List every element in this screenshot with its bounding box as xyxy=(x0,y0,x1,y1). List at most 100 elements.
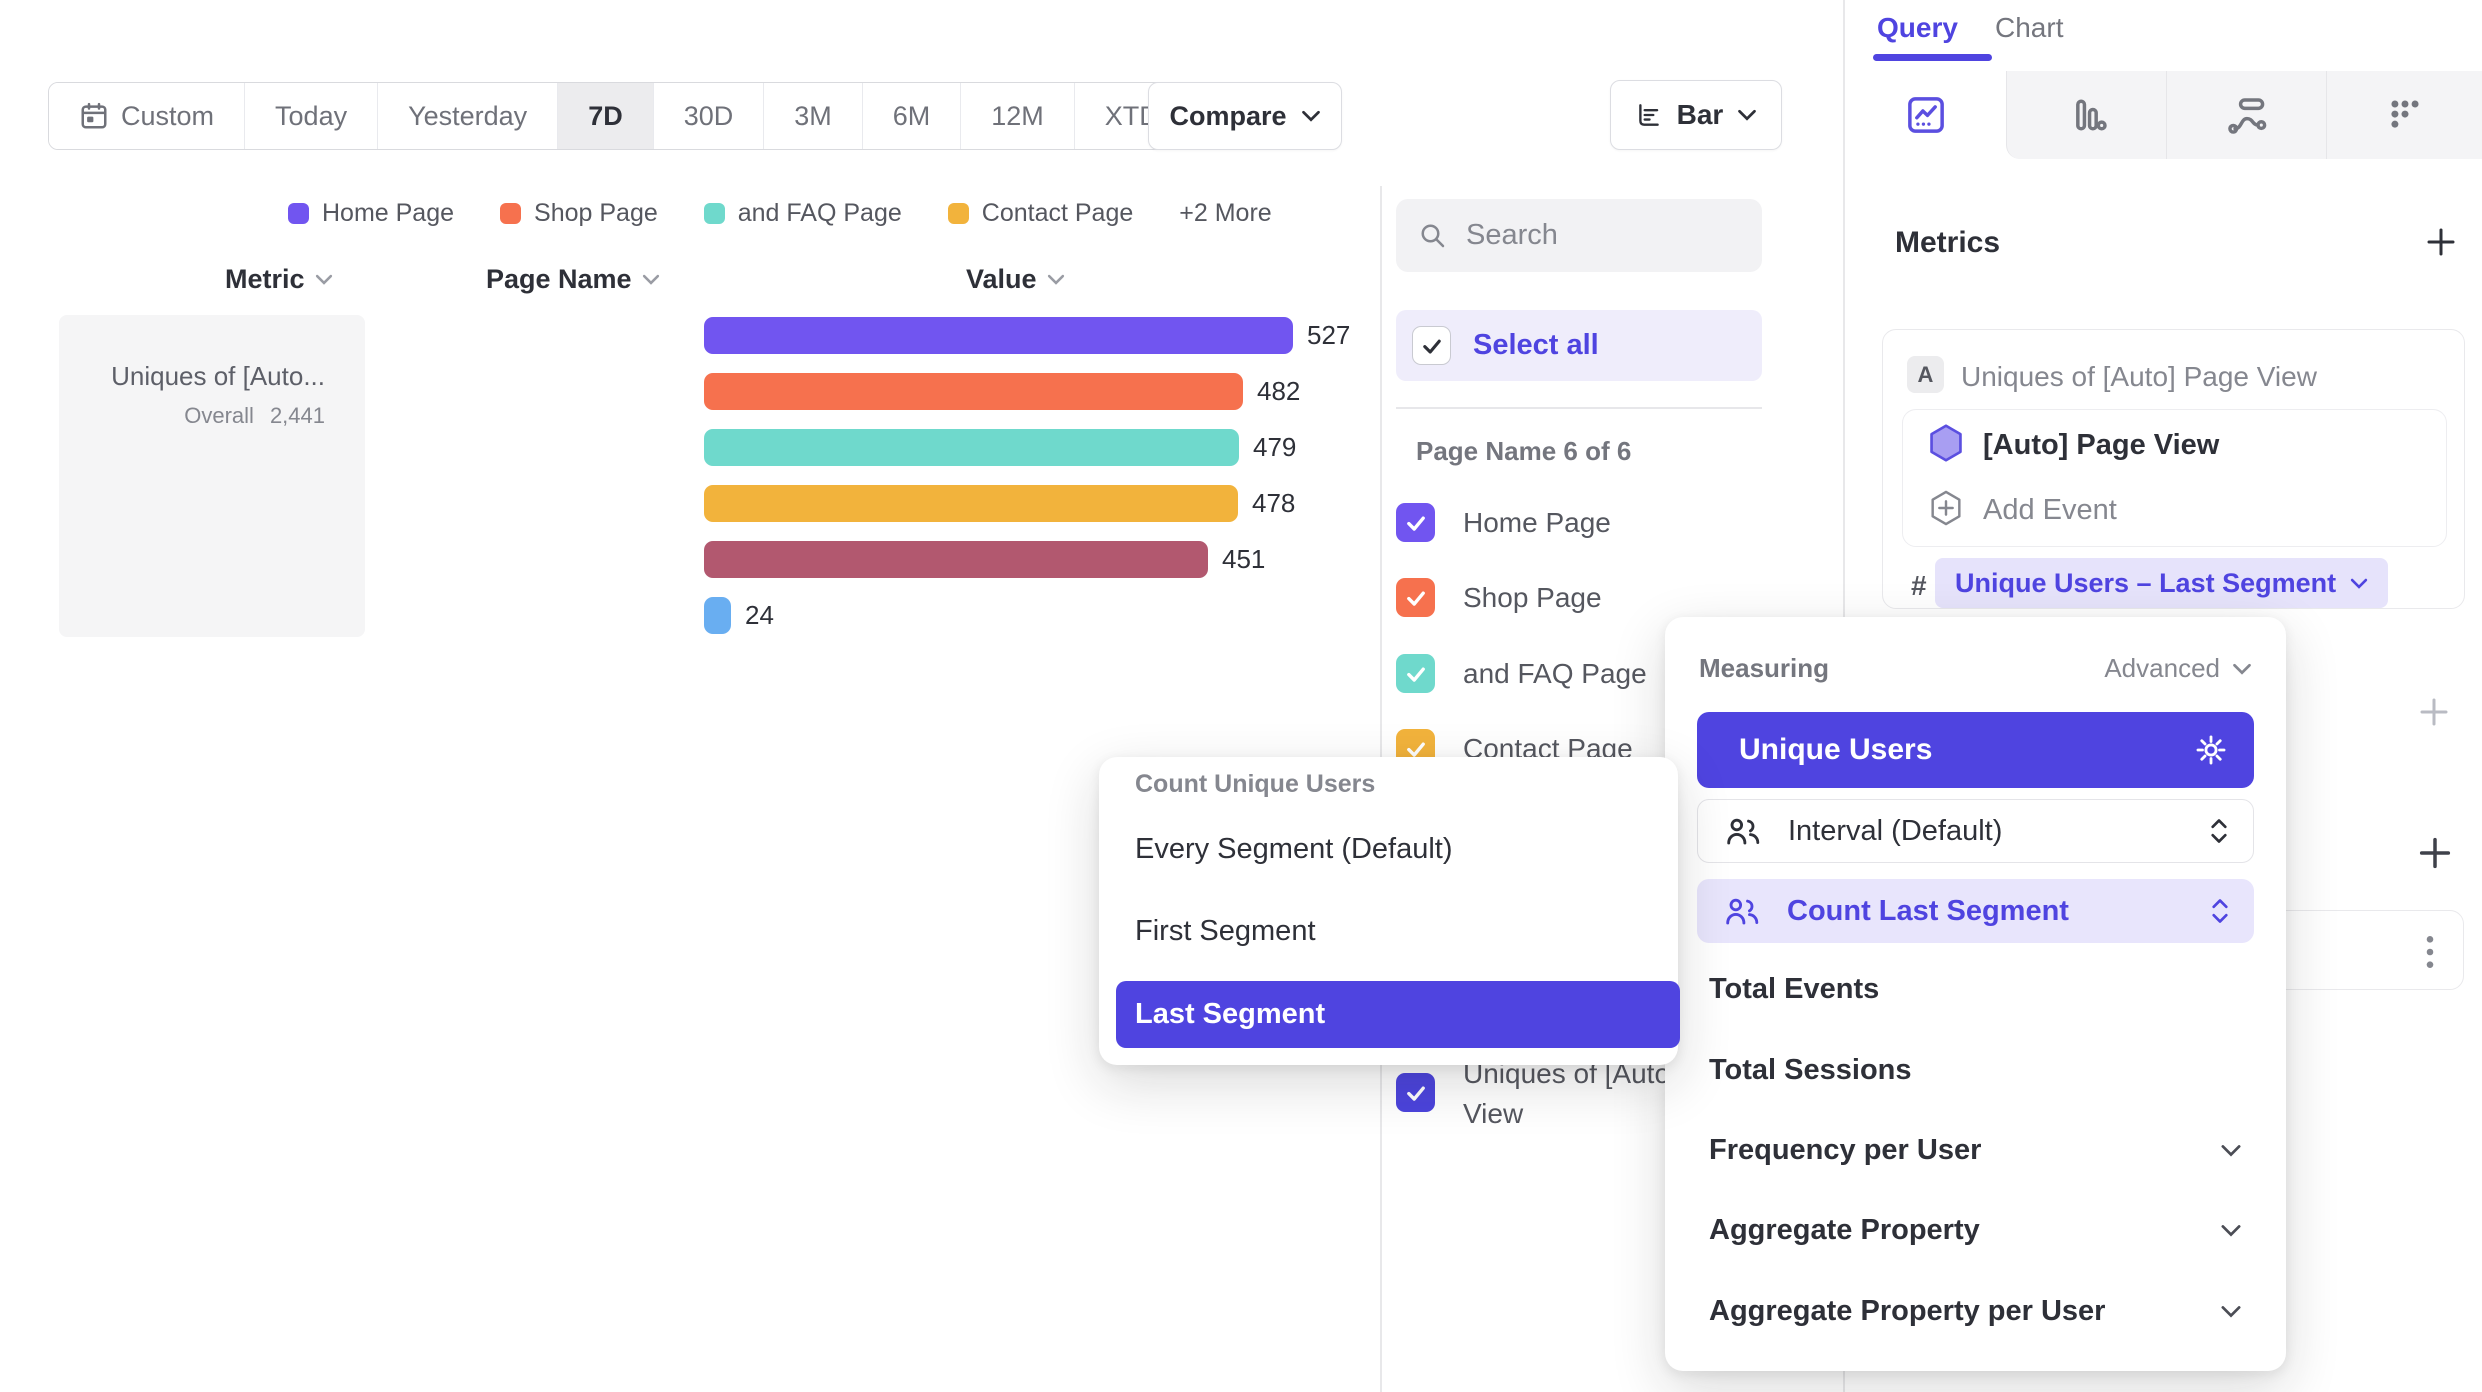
checkbox-checked[interactable] xyxy=(1396,1073,1435,1112)
legend-item[interactable]: Contact Page xyxy=(948,199,1134,228)
measuring-option-frequency-per-user[interactable]: Frequency per User xyxy=(1709,1134,2242,1167)
date-range-12m[interactable]: 12M xyxy=(960,83,1074,149)
stepper-count-last-segment[interactable]: Count Last Segment xyxy=(1697,879,2254,943)
column-header-metric[interactable]: Metric xyxy=(225,264,333,295)
table-row: Home Page 527 xyxy=(704,307,1350,363)
chart-type-tab-flows[interactable] xyxy=(2166,71,2327,159)
tab-chart[interactable]: Chart xyxy=(1995,12,2063,44)
search-input[interactable]: Search xyxy=(1396,199,1762,272)
event-name[interactable]: [Auto] Page View xyxy=(1983,429,2219,462)
row-value: 527 xyxy=(1307,320,1350,351)
plus-icon xyxy=(2423,224,2459,260)
bar-segment[interactable] xyxy=(704,485,1238,522)
bar-chart-icon xyxy=(2065,93,2109,137)
row-value: 451 xyxy=(1222,544,1265,575)
add-event-label[interactable]: Add Event xyxy=(1983,494,2117,527)
chevron-down-icon xyxy=(2220,1305,2242,1318)
compare-button[interactable]: Compare xyxy=(1148,82,1342,150)
users-icon xyxy=(1725,896,1761,926)
kebab-menu-icon[interactable] xyxy=(2423,933,2437,976)
bar-segment[interactable] xyxy=(704,317,1293,354)
legend-more[interactable]: +2 More xyxy=(1179,199,1271,228)
divider xyxy=(1396,407,1762,409)
date-range-custom[interactable]: Custom xyxy=(49,83,244,149)
plus-icon xyxy=(2415,833,2455,873)
metric-card-title: Uniques of [Auto] Page View xyxy=(1961,361,2317,393)
chart-type-tab-retention[interactable] xyxy=(2326,71,2482,159)
metric-overall: Overall 2,441 xyxy=(184,403,325,429)
legend-item[interactable]: and FAQ Page xyxy=(704,199,902,228)
chart-type-tab-insights[interactable] xyxy=(1845,71,2006,159)
sort-chevron-icon xyxy=(642,274,660,285)
insights-icon xyxy=(1904,93,1948,137)
legend-item[interactable]: Shop Page xyxy=(500,199,658,228)
select-all-checkbox[interactable] xyxy=(1412,326,1451,365)
chevron-down-icon xyxy=(2232,663,2252,675)
date-range-6m[interactable]: 6M xyxy=(862,83,961,149)
bar-segment[interactable] xyxy=(704,373,1243,410)
bar-segment[interactable] xyxy=(704,597,731,634)
measuring-option-total-events[interactable]: Total Events xyxy=(1709,973,2242,1006)
select-all-label: Select all xyxy=(1473,329,1599,362)
stepper-arrows-icon[interactable] xyxy=(2209,817,2229,845)
calendar-icon xyxy=(79,101,109,131)
chevron-down-icon xyxy=(2220,1224,2242,1237)
date-range-label: Custom xyxy=(121,101,214,132)
date-range-group: Custom Today Yesterday 7D 30D 3M 6M 12M … xyxy=(48,82,1222,150)
metric-badge: A xyxy=(1907,356,1944,393)
stepper-arrows-icon[interactable] xyxy=(2210,897,2230,925)
checkbox-checked[interactable] xyxy=(1396,503,1435,542)
chart-type-button[interactable]: Bar xyxy=(1610,80,1782,150)
chevron-down-icon xyxy=(2220,1144,2242,1157)
filter-item-and-faq-page[interactable]: and FAQ Page xyxy=(1396,654,1647,693)
tab-query[interactable]: Query xyxy=(1877,12,1958,44)
filter-group-label: Page Name 6 of 6 xyxy=(1416,436,1631,467)
bar-segment[interactable] xyxy=(704,541,1208,578)
legend-item[interactable]: Home Page xyxy=(288,199,454,228)
bar-segment[interactable] xyxy=(704,429,1239,466)
count-option-last-segment[interactable]: Last Segment xyxy=(1116,981,1680,1048)
gear-icon[interactable] xyxy=(2194,733,2228,767)
measuring-option-total-sessions[interactable]: Total Sessions xyxy=(1709,1054,2242,1087)
filter-item-shop-page[interactable]: Shop Page xyxy=(1396,578,1602,617)
measuring-title: Measuring xyxy=(1699,653,1829,684)
metric-name: Uniques of [Auto... xyxy=(111,361,325,392)
legend-swatch xyxy=(500,203,521,224)
legend-swatch xyxy=(288,203,309,224)
advanced-toggle[interactable]: Advanced xyxy=(2104,653,2252,684)
search-placeholder: Search xyxy=(1466,219,1558,252)
date-range-7d[interactable]: 7D xyxy=(557,83,653,149)
column-header-value[interactable]: Value xyxy=(966,264,1065,295)
aggregation-pill[interactable]: Unique Users – Last Segment xyxy=(1935,558,2388,608)
sort-chevron-icon xyxy=(315,274,333,285)
filter-item-home-page[interactable]: Home Page xyxy=(1396,503,1611,542)
date-range-yesterday[interactable]: Yesterday xyxy=(377,83,557,149)
add-breakdown-button[interactable] xyxy=(2415,833,2455,873)
date-range-30d[interactable]: 30D xyxy=(653,83,764,149)
count-popover-title: Count Unique Users xyxy=(1135,770,1375,799)
column-header-page-name[interactable]: Page Name xyxy=(486,264,660,295)
count-option-every-segment[interactable]: Every Segment (Default) xyxy=(1135,833,1453,866)
table-row: Shop Page 482 xyxy=(704,363,1300,419)
measuring-option-aggregate-property[interactable]: Aggregate Property xyxy=(1709,1214,2242,1247)
chevron-down-icon xyxy=(1301,110,1321,122)
count-option-first-segment[interactable]: First Segment xyxy=(1135,915,1316,948)
select-all-row[interactable]: Select all xyxy=(1396,310,1762,381)
metric-cell[interactable]: Uniques of [Auto... Overall 2,441 xyxy=(59,315,365,637)
add-metric-button[interactable] xyxy=(2423,224,2459,260)
chart-type-tab-bar[interactable] xyxy=(2006,71,2167,159)
table-row: FAQ Page 24 xyxy=(704,587,774,643)
row-value: 24 xyxy=(745,600,774,631)
stepper-interval[interactable]: Interval (Default) xyxy=(1697,799,2254,863)
event-hexagon-icon xyxy=(1927,423,1965,463)
plus-icon xyxy=(2416,694,2452,730)
add-filter-button[interactable] xyxy=(2416,694,2452,730)
date-range-3m[interactable]: 3M xyxy=(763,83,862,149)
measuring-option-unique-users[interactable]: Unique Users xyxy=(1697,712,2254,788)
row-value: 479 xyxy=(1253,432,1296,463)
date-range-today[interactable]: Today xyxy=(244,83,377,149)
measuring-option-aggregate-property-per-user[interactable]: Aggregate Property per User xyxy=(1709,1295,2242,1328)
chevron-down-icon xyxy=(2350,578,2368,589)
checkbox-checked[interactable] xyxy=(1396,654,1435,693)
checkbox-checked[interactable] xyxy=(1396,578,1435,617)
